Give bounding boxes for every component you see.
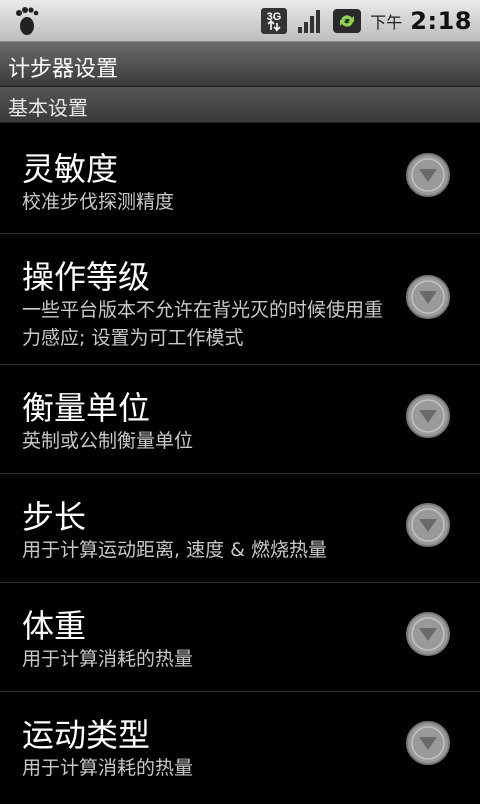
pref-summary: 用于计算运动距离, 速度 & 燃烧热量 (22, 539, 327, 561)
pref-summary: 用于计算消耗的热量 (22, 648, 194, 670)
pref-summary: 英制或公制衡量单位 (22, 430, 194, 452)
network-label: 3G (267, 11, 282, 23)
chevron-down-icon[interactable] (405, 152, 451, 198)
chevron-down-icon[interactable] (405, 611, 451, 657)
pref-title: 衡量单位 (22, 389, 151, 427)
pref-operation-level[interactable]: 操作等级 一些平台版本不允许在背光灭的时候使用重力感应; 设置为可工作模式 (0, 234, 480, 365)
pref-measurement-unit[interactable]: 衡量单位 英制或公制衡量单位 (0, 365, 480, 474)
pref-title: 灵敏度 (22, 150, 119, 188)
pref-exercise-type[interactable]: 运动类型 用于计算消耗的热量 (0, 692, 480, 804)
title-bar: 计步器设置 (0, 42, 480, 87)
3g-data-icon: 3G (261, 8, 288, 34)
pref-step-length[interactable]: 步长 用于计算运动距离, 速度 & 燃烧热量 (0, 474, 480, 583)
category-label: 基本设置 (8, 96, 88, 120)
pref-title: 步长 (22, 498, 87, 536)
pref-title: 操作等级 (22, 258, 151, 296)
pref-summary: 校准步伐探测精度 (22, 191, 175, 213)
sync-icon (333, 9, 362, 33)
pref-summary: 一些平台版本不允许在背光灭的时候使用重力感应; 设置为可工作模式 (22, 299, 384, 349)
pref-summary: 用于计算消耗的热量 (22, 757, 194, 779)
chevron-down-icon[interactable] (405, 274, 451, 320)
status-bar: 3G 下午 2:18 (0, 0, 480, 42)
pref-title: 运动类型 (22, 716, 151, 754)
pref-sensitivity[interactable]: 灵敏度 校准步伐探测精度 (0, 122, 480, 234)
signal-strength-icon (298, 10, 321, 33)
pref-body-weight[interactable]: 体重 用于计算消耗的热量 (0, 583, 480, 692)
footprint-icon (16, 7, 39, 35)
chevron-down-icon[interactable] (405, 502, 451, 548)
chevron-down-icon[interactable] (405, 720, 451, 766)
pref-title: 体重 (22, 607, 87, 645)
clock: 2:18 (410, 7, 472, 35)
time-ampm: 下午 (370, 13, 403, 32)
preference-list: 灵敏度 校准步伐探测精度 操作等级 一些平台版本不允许在背光灭的时候使用重力感应… (0, 122, 480, 804)
chevron-down-icon[interactable] (405, 393, 451, 439)
page-title: 计步器设置 (8, 57, 119, 82)
preference-category: 基本设置 (0, 87, 480, 123)
